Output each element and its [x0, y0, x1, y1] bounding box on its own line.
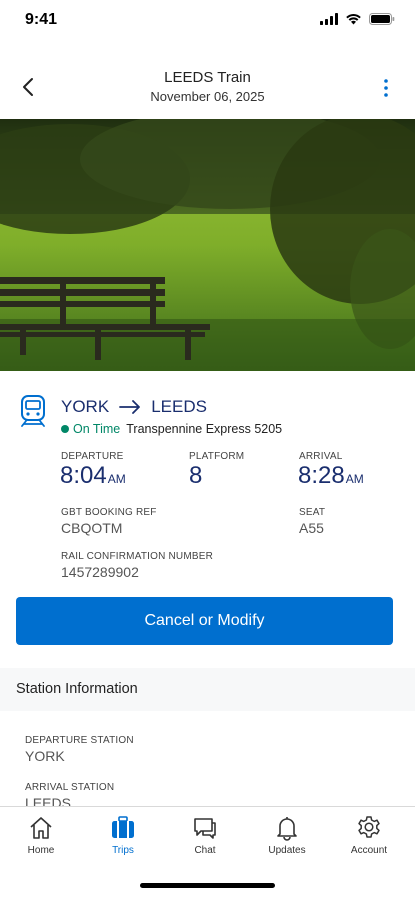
booking-ref-value: CBQOTM [61, 520, 123, 536]
departure-label: DEPARTURE [61, 451, 124, 462]
booking-ref-label: GBT BOOKING REF [61, 507, 157, 518]
battery-icon [369, 13, 395, 25]
train-name: Transpennine Express 5205 [126, 422, 283, 436]
status-icons [320, 13, 395, 25]
tab-chat[interactable]: Chat [170, 815, 240, 856]
header: LEEDS Train November 06, 2025 [0, 60, 415, 112]
status-bar: 9:41 [0, 0, 415, 44]
tab-home[interactable]: Home [6, 815, 76, 856]
trip-date: November 06, 2025 [150, 89, 265, 104]
cancel-or-modify-button[interactable]: Cancel or Modify [16, 597, 393, 645]
status-dot-icon [61, 425, 69, 433]
more-options-button[interactable] [381, 78, 391, 98]
arrival-label: ARRIVAL [299, 451, 343, 462]
tab-home-label: Home [27, 845, 55, 856]
confirmation-label: RAIL CONFIRMATION NUMBER [61, 551, 214, 562]
gear-icon [358, 816, 380, 838]
status-text: On Time [73, 422, 121, 436]
departure-time: 8:04AM [60, 462, 126, 490]
hero-image [0, 119, 415, 371]
cellular-signal-icon [320, 13, 338, 25]
home-indicator[interactable] [140, 883, 275, 888]
destination-station: LEEDS [151, 397, 207, 416]
trip-status: On Time Transpennine Express 5205 [61, 422, 282, 436]
arrival-time: 8:28AM [298, 462, 364, 490]
station-info-header: Station Information [0, 668, 415, 711]
platform-value: 8 [189, 462, 203, 489]
station-info-title: Station Information [16, 681, 138, 697]
departure-station-value: YORK [25, 748, 65, 764]
home-icon [30, 817, 52, 839]
arrival-station-label: ARRIVAL STATION [25, 782, 115, 793]
bell-icon [277, 817, 297, 841]
tab-updates[interactable]: Updates [252, 815, 322, 856]
more-vertical-icon [384, 79, 388, 97]
arrival-time-value: 8:28 [298, 462, 345, 489]
tab-trips[interactable]: Trips [88, 815, 158, 856]
suitcase-icon [112, 816, 134, 838]
departure-station-label: DEPARTURE STATION [25, 735, 134, 746]
chat-icon [194, 818, 216, 839]
departure-time-value: 8:04 [60, 462, 107, 489]
arrow-right-icon [119, 400, 141, 414]
platform-label: PLATFORM [189, 451, 245, 462]
tab-account[interactable]: Account [334, 815, 404, 856]
train-icon [21, 395, 45, 427]
tab-updates-label: Updates [268, 845, 306, 856]
tab-chat-label: Chat [194, 845, 216, 856]
park-bench-image [0, 119, 415, 371]
wifi-icon [346, 14, 361, 25]
seat-label: SEAT [299, 507, 326, 518]
tab-account-label: Account [350, 845, 388, 856]
origin-station: YORK [61, 397, 110, 416]
page-title: LEEDS Train [164, 69, 251, 86]
tab-trips-label: Trips [112, 845, 134, 856]
status-time: 9:41 [25, 11, 58, 28]
seat-value: A55 [299, 520, 324, 536]
confirmation-value: 1457289902 [61, 564, 139, 580]
departure-ampm: AM [107, 472, 126, 486]
arrival-ampm: AM [345, 472, 364, 486]
trip-route: YORK LEEDS [61, 397, 207, 417]
tab-bar: Home Trips Chat Updates Account [0, 806, 415, 897]
